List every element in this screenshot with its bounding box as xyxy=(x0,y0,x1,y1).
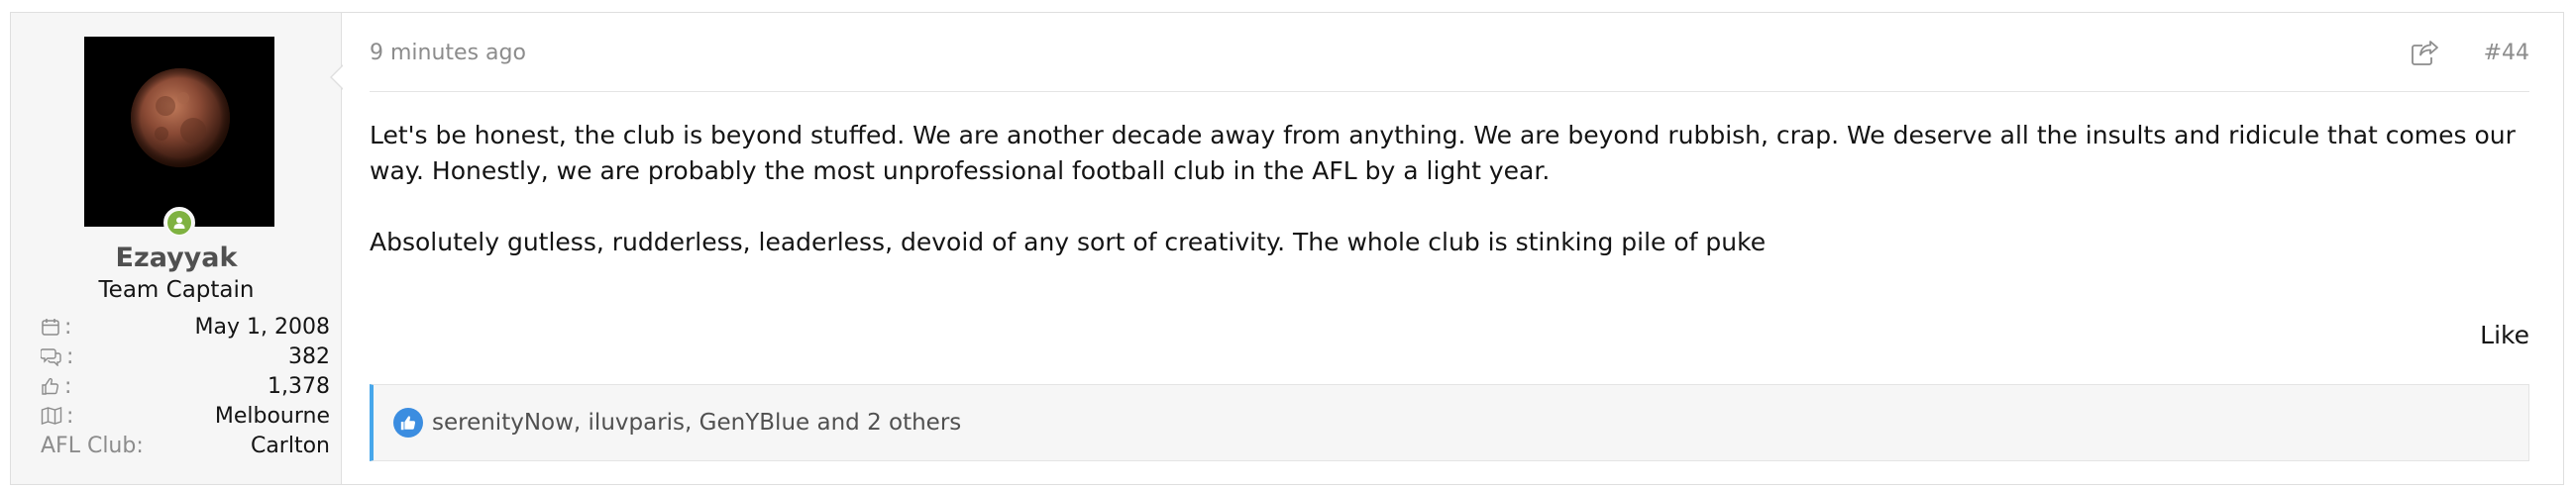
reaction-user-link[interactable]: iluvparis xyxy=(589,410,686,436)
message-paragraph: Let's be honest, the club is beyond stuf… xyxy=(370,121,2516,185)
stat-row-reactions: : 1,378 xyxy=(41,371,330,401)
reactions-bar: serenityNow, iluvparis, GenYBlue and 2 o… xyxy=(370,384,2529,461)
message-header: 9 minutes ago #44 xyxy=(370,13,2529,92)
reaction-others-link[interactable]: and 2 others xyxy=(816,410,961,436)
stat-messages-value: 382 xyxy=(288,343,330,369)
reaction-user-link[interactable]: GenYBlue xyxy=(699,410,810,436)
stat-club-label: AFL Club: xyxy=(41,433,144,458)
message-paragraph: Absolutely gutless, rudderless, leaderle… xyxy=(370,228,1767,256)
stat-reactions-value: 1,378 xyxy=(268,373,330,399)
post-number-link[interactable]: #44 xyxy=(2484,41,2529,65)
avatar-image-moon xyxy=(84,37,274,227)
stat-club-value: Carlton xyxy=(250,433,330,458)
online-status-badge xyxy=(163,207,195,239)
message-body: 9 minutes ago #44 Let's be honest, the c… xyxy=(370,13,2529,484)
reaction-user-link[interactable]: serenityNow xyxy=(432,410,574,436)
message-content: Let's be honest, the club is beyond stuf… xyxy=(370,118,2529,296)
avatar[interactable] xyxy=(84,37,274,227)
messages-icon xyxy=(41,348,61,366)
stat-joined-value: May 1, 2008 xyxy=(194,314,330,340)
thumbs-up-icon xyxy=(42,377,58,395)
user-online-icon xyxy=(167,211,191,235)
forum-post: Ezayyak Team Captain : May 1, 2008: 382… xyxy=(10,12,2564,485)
post-timestamp[interactable]: 9 minutes ago xyxy=(370,41,526,65)
stat-row-messages: : 382 xyxy=(41,342,330,371)
stat-row-location: : Melbourne xyxy=(41,401,330,431)
share-icon[interactable] xyxy=(2411,39,2440,66)
username[interactable]: Ezayyak xyxy=(11,243,342,273)
user-sidebar: Ezayyak Team Captain : May 1, 2008: 382… xyxy=(11,13,342,484)
map-icon xyxy=(41,407,62,425)
calendar-icon xyxy=(42,319,59,336)
like-reaction-icon xyxy=(393,408,423,438)
stat-row-joined: : May 1, 2008 xyxy=(41,312,330,342)
like-button[interactable]: Like xyxy=(2480,321,2529,349)
user-stats: : May 1, 2008 : 382: 1,378: Melbourne … xyxy=(41,312,330,460)
stat-location-value: Melbourne xyxy=(214,403,330,429)
user-title: Team Captain xyxy=(98,277,255,303)
stat-row-club: AFL Club: Carlton xyxy=(41,431,330,460)
reaction-users-list: serenityNow, iluvparis, GenYBlue and 2 o… xyxy=(432,410,962,436)
